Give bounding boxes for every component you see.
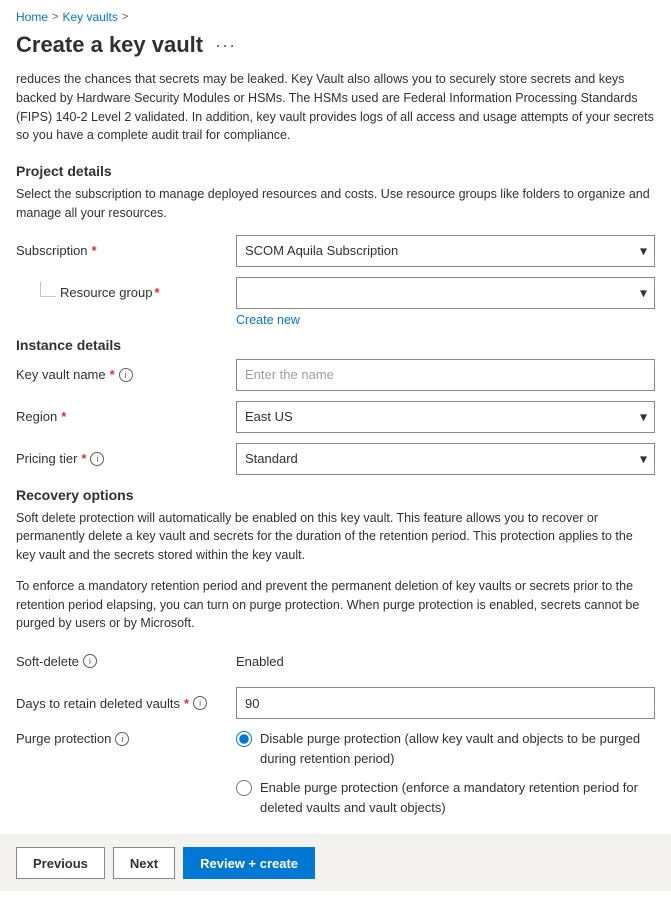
main-content: reduces the chances that secrets may be … (0, 70, 671, 897)
purge-info-icon[interactable]: i (115, 732, 129, 746)
subscription-select[interactable]: SCOM Aquila Subscription (236, 235, 655, 267)
resource-group-control (236, 277, 655, 309)
rg-indent-indicator (40, 281, 56, 297)
purge-enable-radio[interactable] (236, 780, 252, 796)
region-select-wrapper: East US (236, 401, 655, 433)
recovery-options-title: Recovery options (16, 487, 655, 503)
subscription-row: Subscription * SCOM Aquila Subscription (16, 235, 655, 267)
region-required: * (61, 409, 66, 424)
review-create-button[interactable]: Review + create (183, 847, 315, 879)
pricing-tier-control: Standard (236, 443, 655, 475)
purge-protection-row: Purge protection i Disable purge protect… (16, 729, 655, 817)
pricing-tier-info-icon[interactable]: i (90, 452, 104, 466)
key-vault-required: * (110, 367, 115, 382)
key-vault-name-control (236, 359, 655, 391)
breadcrumb-keyvaults[interactable]: Key vaults (62, 10, 117, 24)
more-options-icon[interactable]: ··· (211, 33, 240, 58)
pricing-tier-row: Pricing tier * i Standard (16, 443, 655, 475)
resource-group-required: * (155, 285, 160, 300)
instance-details-title: Instance details (16, 337, 655, 353)
pricing-tier-label: Pricing tier * i (16, 451, 236, 466)
days-retain-control (236, 687, 655, 719)
purge-enable-option[interactable]: Enable purge protection (enforce a manda… (236, 778, 655, 817)
pricing-tier-select-wrapper: Standard (236, 443, 655, 475)
purge-protection-control: Disable purge protection (allow key vaul… (236, 729, 655, 817)
pricing-tier-select[interactable]: Standard (236, 443, 655, 475)
subscription-control: SCOM Aquila Subscription (236, 235, 655, 267)
previous-button[interactable]: Previous (16, 847, 105, 879)
region-row: Region * East US (16, 401, 655, 433)
breadcrumb: Home > Key vaults > (0, 0, 671, 28)
subscription-label: Subscription * (16, 243, 236, 258)
soft-delete-row: Soft-delete i Enabled (16, 645, 655, 677)
key-vault-info-icon[interactable]: i (119, 368, 133, 382)
breadcrumb-sep2: > (122, 11, 128, 23)
resource-group-select[interactable] (236, 277, 655, 309)
region-label: Region * (16, 409, 236, 424)
region-control: East US (236, 401, 655, 433)
project-details-desc: Select the subscription to manage deploy… (16, 185, 655, 223)
days-retain-label: Days to retain deleted vaults * i (16, 696, 236, 711)
resource-group-row: Resource group * (16, 277, 655, 309)
days-retain-required: * (184, 696, 189, 711)
footer: Previous Next Review + create (0, 834, 671, 891)
key-vault-name-input[interactable] (236, 359, 655, 391)
project-details-title: Project details (16, 163, 655, 179)
create-new-link[interactable]: Create new (236, 313, 655, 327)
days-retain-info-icon[interactable]: i (193, 696, 207, 710)
purge-disable-radio[interactable] (236, 731, 252, 747)
resource-group-label: Resource group (60, 285, 153, 300)
days-retain-row: Days to retain deleted vaults * i (16, 687, 655, 719)
pricing-tier-required: * (81, 451, 86, 466)
soft-delete-value: Enabled (236, 654, 284, 669)
purge-protection-label: Purge protection i (16, 729, 236, 746)
page-title: Create a key vault (16, 32, 203, 58)
soft-delete-label: Soft-delete i (16, 654, 236, 669)
purge-radio-group: Disable purge protection (allow key vaul… (236, 729, 655, 817)
breadcrumb-home[interactable]: Home (16, 10, 48, 24)
soft-delete-value-area: Enabled (236, 654, 655, 669)
subscription-required: * (92, 243, 97, 258)
intro-description: reduces the chances that secrets may be … (16, 70, 655, 145)
key-vault-name-label: Key vault name * i (16, 367, 236, 382)
soft-delete-info-icon[interactable]: i (83, 654, 97, 668)
purge-disable-option[interactable]: Disable purge protection (allow key vaul… (236, 729, 655, 768)
resource-group-label-area: Resource group * (16, 285, 236, 300)
breadcrumb-sep1: > (52, 11, 58, 23)
page-header: Create a key vault ··· (0, 28, 671, 70)
purge-enable-label: Enable purge protection (enforce a manda… (260, 778, 655, 817)
resource-group-select-wrapper (236, 277, 655, 309)
subscription-select-wrapper: SCOM Aquila Subscription (236, 235, 655, 267)
days-retain-input[interactable] (236, 687, 655, 719)
purge-disable-label: Disable purge protection (allow key vaul… (260, 729, 655, 768)
region-select[interactable]: East US (236, 401, 655, 433)
key-vault-name-row: Key vault name * i (16, 359, 655, 391)
recovery-desc-2: To enforce a mandatory retention period … (16, 577, 655, 633)
next-button[interactable]: Next (113, 847, 175, 879)
recovery-desc-1: Soft delete protection will automaticall… (16, 509, 655, 565)
